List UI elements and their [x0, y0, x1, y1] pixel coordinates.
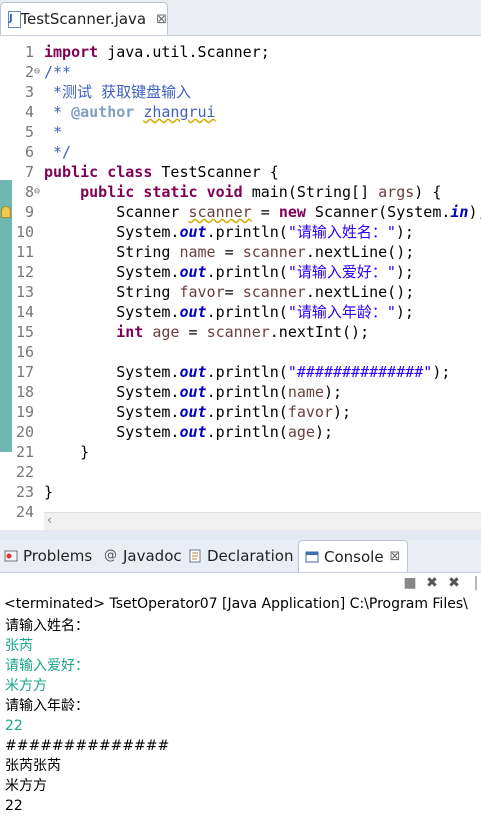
remove-all-terminated-icon[interactable]: ✖	[446, 575, 462, 591]
code-line-3: *测试 获取键盘输入	[44, 83, 192, 101]
close-icon[interactable]: ⊠	[390, 549, 401, 564]
code-line-12: System.out.println("请输入爱好：");	[44, 263, 414, 281]
code-line-6: */	[44, 143, 72, 161]
code-line-5: *	[44, 123, 63, 141]
console-line: 张芮张芮	[5, 758, 61, 774]
console-toolbar: ■ ✖ ✖ |	[0, 573, 481, 595]
declaration-icon	[188, 549, 202, 563]
scroll-left-icon[interactable]: ‹	[47, 513, 52, 528]
console-line: 22	[5, 798, 23, 814]
code-line-4: * @author zhangrui	[44, 103, 216, 121]
close-icon[interactable]: ⊠	[156, 12, 167, 27]
terminate-icon[interactable]: ■	[402, 575, 418, 591]
console-line: 22	[5, 718, 23, 734]
code-line-8: public static void main(String[] args) {	[80, 183, 442, 201]
javadoc-icon: @	[104, 548, 117, 563]
code-line-18: System.out.println(name);	[44, 383, 343, 401]
code-line-21: }	[44, 443, 90, 461]
console-icon	[305, 550, 319, 564]
console-line: 米方方	[5, 678, 47, 694]
editor-tab-bar: J TestScanner.java ⊠	[0, 0, 481, 36]
code-line-15: int age = scanner.nextInt();	[116, 323, 370, 341]
java-file-icon: J	[7, 11, 21, 28]
console-line: 请输入姓名：	[5, 618, 89, 634]
code-line-10: System.out.println("请输入姓名：");	[44, 223, 414, 241]
code-line-17: System.out.println("##############");	[44, 363, 451, 381]
view-separator	[0, 530, 481, 540]
console-line: ##############	[5, 738, 170, 754]
editor-tab-label: TestScanner.java	[20, 10, 147, 28]
tab-console[interactable]: Console ⊠	[298, 540, 408, 572]
line-number: 16	[15, 343, 34, 361]
code-line-11: String name = scanner.nextLine();	[44, 243, 415, 261]
clear-console-icon[interactable]: |	[468, 575, 481, 591]
tab-javadoc[interactable]: @ Javadoc	[104, 540, 182, 572]
editor-tab-testscanner[interactable]: J TestScanner.java ⊠	[0, 2, 168, 35]
horizontal-scrollbar[interactable]: ‹	[44, 512, 481, 530]
console-line: 米方方	[5, 778, 47, 794]
console-line: 请输入爱好：	[5, 658, 89, 674]
code-line-14: System.out.println("请输入年龄：");	[44, 303, 414, 321]
tab-problems[interactable]: Problems	[4, 540, 92, 572]
code-line-7: public class TestScanner {	[44, 163, 279, 181]
console-line: 请输入年龄：	[5, 698, 89, 714]
views-tab-bar: Problems @ Javadoc Declaration Console ⊠	[0, 540, 481, 573]
console-launch-header: <terminated> TsetOperator07 [Java Applic…	[4, 596, 468, 612]
line-number: 24	[15, 503, 34, 521]
code-line-20: System.out.println(age);	[44, 423, 333, 441]
warning-lightbulb-icon[interactable]	[1, 206, 11, 218]
code-line-23: }	[44, 483, 54, 501]
remove-launch-icon[interactable]: ✖	[424, 575, 440, 591]
console-line: 张芮	[5, 638, 33, 654]
code-line-19: System.out.println(favor);	[44, 403, 352, 421]
code-line-13: String favor= scanner.nextLine();	[44, 283, 415, 301]
code-line-9: Scanner scanner = new Scanner(System.in)…	[44, 203, 481, 221]
code-line-2: /**	[44, 63, 72, 81]
code-line-1: import java.util.Scanner;	[44, 43, 270, 61]
tab-declaration[interactable]: Declaration	[188, 540, 293, 572]
problems-icon	[4, 549, 18, 563]
code-editor[interactable]: 1 2 ⊖ 3 4 5 6 7 8 ⊖ 9 10 11 12 13 14 15 16 17 18 19 20 21 22 23 2…	[0, 36, 481, 530]
line-number: 22	[15, 463, 34, 481]
